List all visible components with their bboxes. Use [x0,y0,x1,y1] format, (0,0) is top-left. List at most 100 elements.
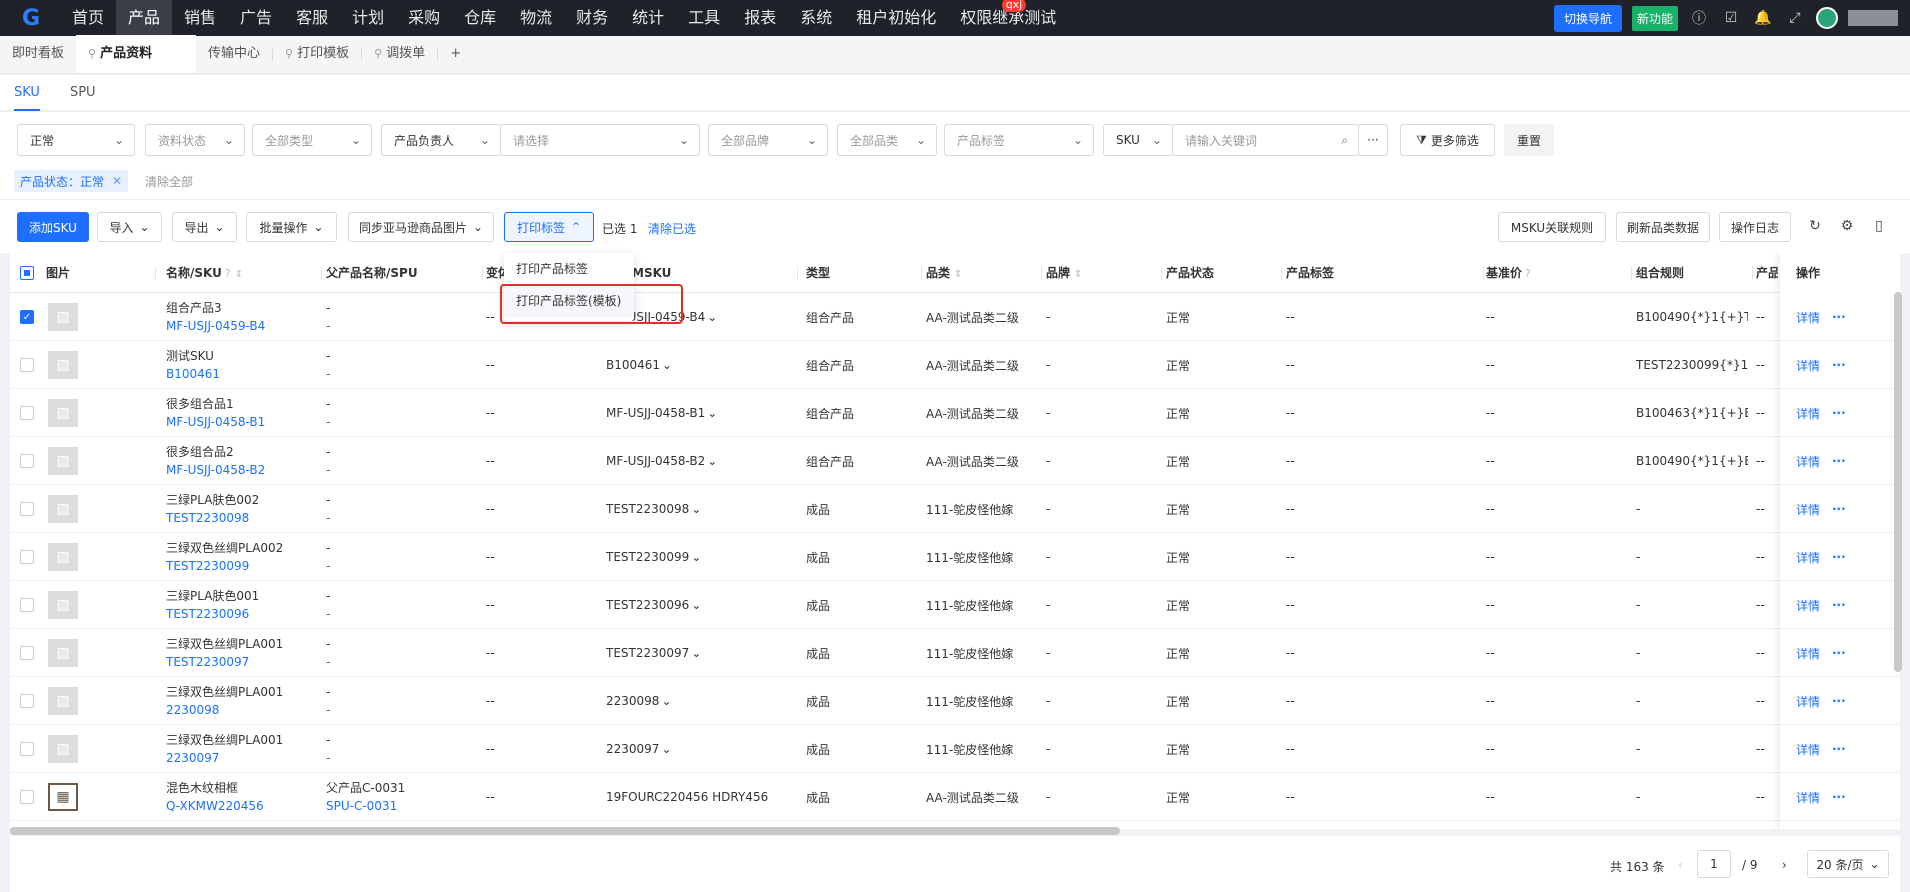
status-select[interactable]: 正常 ⌄ [17,124,135,156]
info-icon[interactable]: ⓘ [1688,7,1710,29]
username-blurred[interactable] [1848,10,1898,26]
fullscreen-icon[interactable]: ⤢ [1784,7,1806,29]
menu-item[interactable]: 报表 [732,0,788,36]
menu-item[interactable]: 采购 [396,0,452,36]
sync-amazon-images-button[interactable]: 同步亚马逊商品图片 ⌄ [348,212,494,242]
col-category[interactable]: 品类 ⇕ [926,253,962,293]
page-size-select[interactable]: 20 条/页 ⌄ [1807,850,1889,878]
print-product-label-item[interactable]: 打印产品标签 [504,253,634,285]
tab-print-template[interactable]: ⚲ 打印模板 [273,35,361,73]
more-actions-icon[interactable]: ··· [1832,437,1852,485]
more-filter-button[interactable]: ⧩ 更多筛选 [1400,124,1495,156]
sku-link[interactable]: Q-XKMW220456 [166,797,264,815]
sku-link[interactable]: MF-USJJ-0458-B1 [166,413,265,431]
detail-link[interactable]: 详情 [1796,581,1836,629]
gear-icon[interactable]: ⚙ [1838,218,1856,236]
import-button[interactable]: 导入 ⌄ [97,212,162,242]
row-checkbox[interactable] [20,790,34,804]
row-checkbox[interactable] [20,358,34,372]
msku-cell[interactable]: TEST2230097 ⌄ [606,629,786,677]
msku-cell[interactable]: TEST2230096 ⌄ [606,581,786,629]
msku-cell[interactable]: TEST2230098 ⌄ [606,485,786,533]
vertical-scrollbar[interactable] [1894,292,1902,672]
search-icon[interactable]: ⌕ [1341,133,1348,148]
row-checkbox[interactable] [20,694,34,708]
spu-link[interactable]: - [326,317,330,335]
menu-item[interactable]: 销售 [172,0,228,36]
more-actions-icon[interactable]: ··· [1832,293,1852,341]
spu-link[interactable]: - [326,413,330,431]
info-status-select[interactable]: 资料状态 ⌄ [145,124,245,156]
sku-link[interactable]: MF-USJJ-0458-B2 [166,461,265,479]
tab-dashboard[interactable]: 即时看板 [0,35,76,73]
clear-all-link[interactable]: 清除全部 [145,173,193,190]
menu-item[interactable]: 仓库 [452,0,508,36]
page-input[interactable]: 1 [1697,850,1731,878]
row-checkbox[interactable] [20,406,34,420]
sku-link[interactable]: TEST2230099 [166,557,249,575]
book-icon[interactable]: ▯ [1870,218,1888,236]
more-actions-icon[interactable]: ··· [1832,485,1852,533]
spu-link[interactable]: - [326,749,330,767]
detail-link[interactable]: 详情 [1796,341,1836,389]
sku-link[interactable]: TEST2230098 [166,509,249,527]
menu-item[interactable]: 广告 [228,0,284,36]
sku-link[interactable]: B100461 [166,365,220,383]
close-icon[interactable]: ✕ [112,174,122,188]
detail-link[interactable]: 详情 [1796,677,1836,725]
msku-cell[interactable]: 2230097 ⌄ [606,725,786,773]
spu-link[interactable]: - [326,461,330,479]
refresh-category-button[interactable]: 刷新品类数据 [1616,212,1710,242]
spu-link[interactable]: SPU-C-0031 [326,797,397,815]
category-select[interactable]: 全部品类 ⌄ [837,124,937,156]
msku-cell[interactable]: 2230098 ⌄ [606,677,786,725]
msku-cell[interactable]: MF-USJJ-0458-B1 ⌄ [606,389,786,437]
next-page-icon[interactable]: › [1782,858,1787,872]
new-feature-button[interactable]: 新功能 [1631,5,1678,31]
tab-transfer-order[interactable]: ⚲ 调拨单 [362,35,437,73]
prev-page-icon[interactable]: ‹ [1678,858,1683,872]
sku-link[interactable]: 2230098 [166,701,219,719]
row-checkbox[interactable] [20,502,34,516]
menu-item[interactable]: 权限继承测试 qxj [948,0,1068,36]
type-select[interactable]: 全部类型 ⌄ [252,124,372,156]
menu-item[interactable]: 租户初始化 [844,0,948,36]
more-actions-icon[interactable]: ··· [1832,389,1852,437]
more-actions-icon[interactable]: ··· [1832,677,1852,725]
bell-icon[interactable]: 🔔 [1752,7,1774,29]
col-brand[interactable]: 品牌 ⇕ [1046,253,1082,293]
more-options-button[interactable]: ··· [1358,124,1388,156]
menu-item[interactable]: 系统 [788,0,844,36]
refresh-icon[interactable]: ↻ [1806,218,1824,236]
detail-link[interactable]: 详情 [1796,293,1836,341]
more-actions-icon[interactable]: ··· [1832,725,1852,773]
sort-icon[interactable]: ⇕ [235,269,243,280]
export-button[interactable]: 导出 ⌄ [172,212,237,242]
sku-link[interactable]: MF-USJJ-0459-B4 [166,317,265,335]
owner-select[interactable]: 请选择 ⌄ [500,124,700,156]
menu-item[interactable]: 客服 [284,0,340,36]
sku-link[interactable]: TEST2230097 [166,653,249,671]
add-tab-button[interactable]: + [438,35,473,73]
row-checkbox[interactable] [20,454,34,468]
detail-link[interactable]: 详情 [1796,485,1836,533]
tab-transfer-center[interactable]: 传输中心 [196,35,272,73]
horizontal-scrollbar[interactable] [10,827,1120,835]
calendar-check-icon[interactable]: ☑ [1720,7,1742,29]
tab-spu[interactable]: SPU [70,75,96,111]
msku-cell[interactable]: 19FOURC220456 HDRY456 [606,773,786,821]
row-checkbox[interactable] [20,742,34,756]
search-field-select[interactable]: SKU ⌄ [1103,124,1173,156]
menu-item[interactable]: 首页 [60,0,116,36]
brand-select[interactable]: 全部品牌 ⌄ [708,124,828,156]
sort-icon[interactable]: ⇕ [1074,269,1082,280]
reset-button[interactable]: 重置 [1504,124,1554,156]
row-checkbox[interactable] [20,646,34,660]
detail-link[interactable]: 详情 [1796,389,1836,437]
more-actions-icon[interactable]: ··· [1832,629,1852,677]
col-name-sku[interactable]: 名称/SKU? ⇕ [166,253,243,293]
detail-link[interactable]: 详情 [1796,725,1836,773]
menu-item[interactable]: 财务 [564,0,620,36]
avatar[interactable] [1816,7,1838,29]
msku-cell[interactable]: MF-USJJ-0458-B2 ⌄ [606,437,786,485]
